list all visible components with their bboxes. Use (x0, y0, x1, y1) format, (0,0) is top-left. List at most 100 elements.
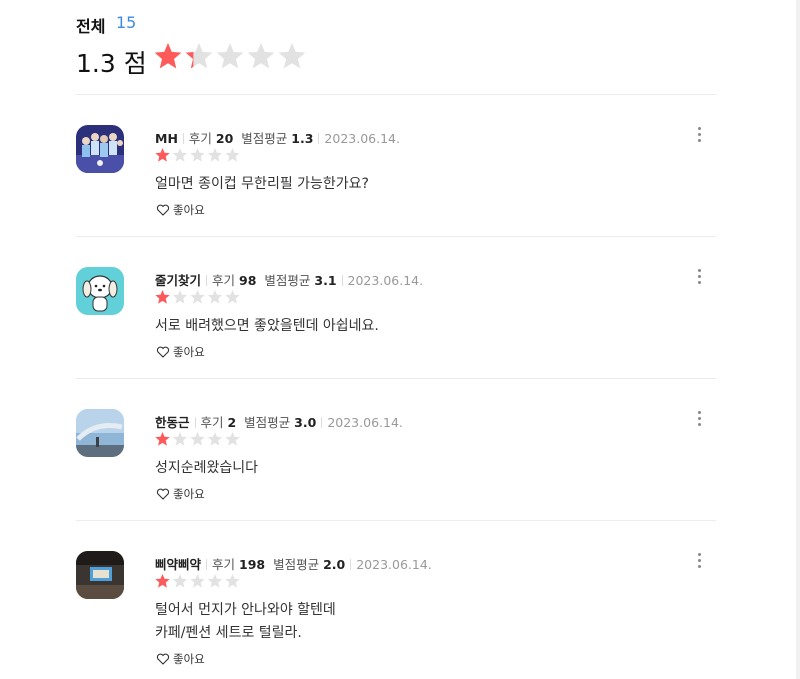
review-date: 2023.06.14. (356, 557, 432, 572)
review-text: 성지순례왔습니다 (155, 457, 258, 480)
star-empty-icon (172, 432, 188, 446)
more-options-icon[interactable] (694, 553, 704, 575)
rating-summary: 전체 15 1.3 점 (76, 0, 716, 95)
like-button[interactable]: 좋아요 (156, 202, 205, 218)
review-text-line: 얼마면 종이컵 무한리필 가능한가요? (155, 176, 369, 192)
review-count-label: 후기 (188, 131, 212, 146)
star-empty-icon (225, 290, 240, 304)
average-score: 1.3 점 (76, 49, 147, 78)
like-label: 좋아요 (173, 487, 205, 501)
more-options-icon[interactable] (694, 269, 704, 291)
like-button[interactable]: 좋아요 (156, 344, 205, 360)
star-empty-icon (190, 290, 205, 304)
like-label: 좋아요 (173, 652, 205, 666)
divider (341, 275, 343, 286)
review-star-rating (155, 432, 240, 446)
star-empty-icon (190, 574, 205, 588)
divider (182, 133, 184, 144)
review-count-label: 후기 (212, 557, 236, 572)
star-filled-icon (155, 148, 170, 162)
divider (194, 417, 196, 428)
all-reviews-label: 전체 (76, 17, 106, 36)
star-empty-icon (247, 43, 275, 69)
review-text: 얼마면 종이컵 무한리필 가능한가요? (155, 173, 369, 196)
divider (321, 417, 323, 428)
star-empty-icon (207, 148, 223, 162)
star-empty-icon (225, 432, 240, 446)
review-text-line: 성지순례왔습니다 (155, 460, 259, 476)
star-filled-icon (155, 432, 170, 446)
review-text-line: 카페/펜션 세트로 털릴라. (155, 625, 302, 641)
review-star-rating (155, 148, 240, 162)
heart-icon (156, 488, 170, 500)
like-label: 좋아요 (173, 345, 205, 359)
more-options-icon[interactable] (694, 411, 704, 433)
user-avatar[interactable] (76, 125, 124, 173)
star-empty-icon (172, 574, 188, 588)
avg-rating-value: 3.1 (314, 273, 337, 288)
review-meta: MH 후기 20 별점평균 1.3 2023.06.14. (155, 128, 400, 147)
reviewer-name[interactable]: 삐약삐약 (155, 557, 201, 572)
more-options-icon[interactable] (694, 127, 704, 149)
divider (206, 559, 208, 570)
star-empty-icon (216, 43, 244, 69)
reviewer-name[interactable]: 줄기찾기 (155, 273, 201, 288)
star-empty-icon (207, 574, 223, 588)
scrollbar[interactable] (796, 0, 800, 679)
avg-rating-label: 별점평균 (273, 557, 320, 572)
review-date: 2023.06.14. (327, 415, 403, 430)
review-item: 한동근 후기 2 별점평균 3.0 2023.06.14. 성지순례왔습니다 좋아요 (76, 379, 716, 521)
star-empty-icon (225, 574, 240, 588)
review-meta: 한동근 후기 2 별점평균 3.0 2023.06.14. (155, 412, 403, 431)
avg-rating-label: 별점평균 (244, 415, 291, 430)
divider (350, 559, 352, 570)
avg-rating-value: 3.0 (294, 415, 317, 430)
heart-icon (156, 346, 170, 358)
all-reviews-count: 15 (116, 13, 137, 32)
review-text: 서로 배려했으면 좋았을텐데 아쉽네요. (155, 315, 379, 338)
reviewer-name[interactable]: MH (155, 131, 178, 146)
review-item: 줄기찾기 후기 98 별점평균 3.1 2023.06.14. 서로 배려했으면 좋… (76, 237, 716, 379)
like-label: 좋아요 (173, 203, 205, 217)
review-count-label: 후기 (212, 273, 236, 288)
user-avatar[interactable] (76, 409, 124, 457)
star-empty-icon (278, 43, 306, 69)
avg-rating-label: 별점평균 (264, 273, 311, 288)
review-count-label: 후기 (200, 415, 224, 430)
avg-rating-value: 1.3 (291, 131, 314, 146)
user-avatar[interactable] (76, 551, 124, 599)
review-item: MH 후기 20 별점평균 1.3 2023.06.14. 얼마면 종이컵 무한리필… (76, 95, 716, 237)
star-empty-icon (225, 148, 240, 162)
star-empty-icon (172, 148, 188, 162)
review-count: 20 (215, 131, 234, 146)
review-text: 털어서 먼지가 안나와야 할텐데 카페/펜션 세트로 털릴라. (155, 599, 336, 645)
star-filled-icon (154, 43, 182, 69)
like-button[interactable]: 좋아요 (156, 651, 205, 667)
star-filled-icon (155, 290, 170, 304)
star-empty-icon (207, 432, 223, 446)
star-empty-icon (172, 290, 188, 304)
star-filled-icon (155, 574, 170, 588)
review-star-rating (155, 290, 240, 304)
review-date: 2023.06.14. (347, 273, 424, 288)
avg-rating-value: 2.0 (323, 557, 346, 572)
star-empty-icon (190, 148, 205, 162)
reviewer-name[interactable]: 한동근 (155, 415, 190, 430)
heart-icon (156, 204, 170, 216)
review-meta: 줄기찾기 후기 98 별점평균 3.1 2023.06.14. (155, 270, 423, 289)
divider (318, 133, 320, 144)
like-button[interactable]: 좋아요 (156, 486, 205, 502)
review-count: 2 (227, 415, 237, 430)
user-avatar[interactable] (76, 267, 124, 315)
review-count: 98 (239, 273, 257, 288)
heart-icon (156, 653, 170, 665)
review-meta: 삐약삐약 후기 198 별점평균 2.0 2023.06.14. (155, 554, 432, 573)
review-date: 2023.06.14. (324, 131, 400, 146)
review-text-line: 털어서 먼지가 안나와야 할텐데 (155, 602, 336, 618)
review-section: 전체 15 1.3 점 MH 후기 20 별점평균 1.3 2023.06.14. … (76, 0, 716, 666)
review-count: 198 (239, 557, 266, 572)
star-empty-icon (190, 432, 205, 446)
average-star-rating (154, 43, 306, 69)
review-item: 삐약삐약 후기 198 별점평균 2.0 2023.06.14. 털어서 먼지가 안… (76, 521, 716, 666)
star-empty-icon (207, 290, 223, 304)
